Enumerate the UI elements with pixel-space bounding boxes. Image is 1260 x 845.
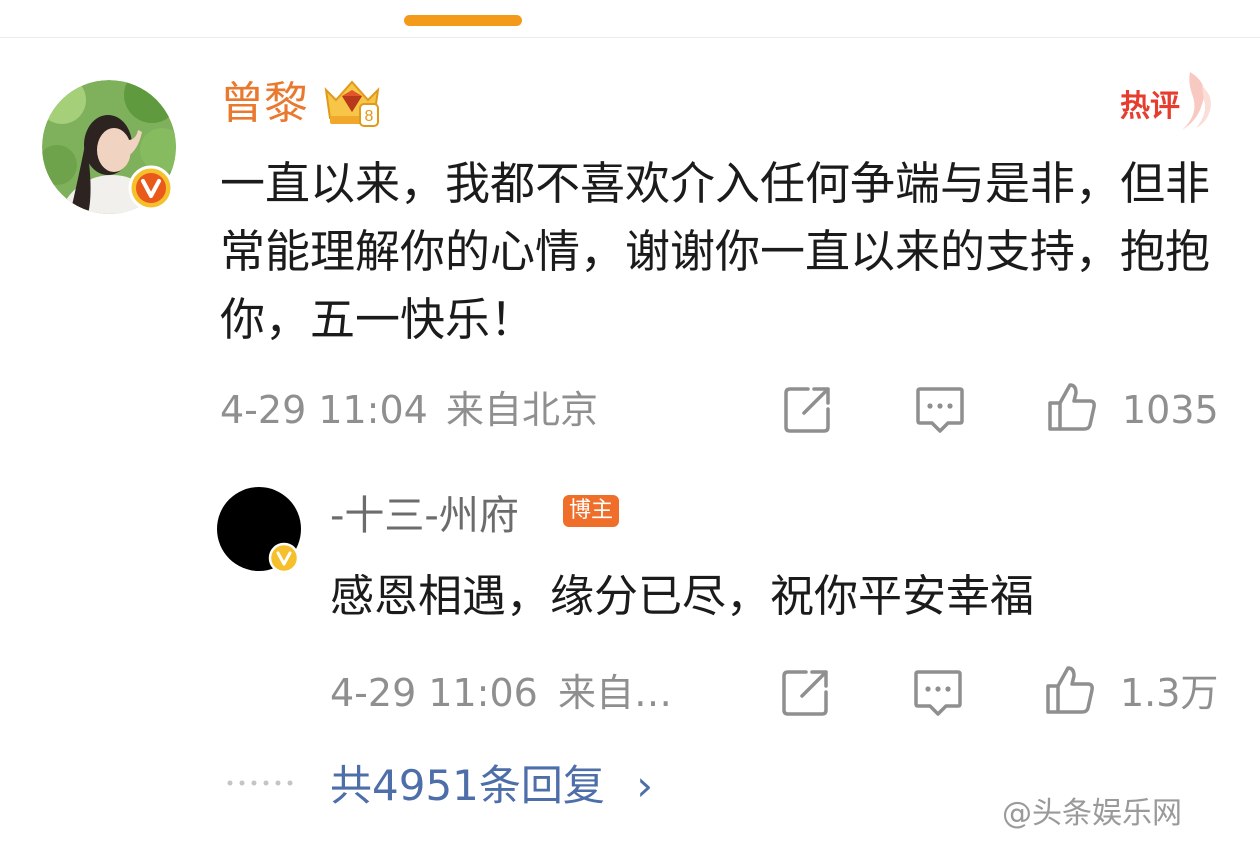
reply-text: 感恩相遇，缘分已尽，祝你平安幸福 xyxy=(330,571,1034,622)
share-icon[interactable] xyxy=(780,666,832,718)
reply-username[interactable]: -十三-州府 xyxy=(330,490,519,542)
hot-label: 热评 xyxy=(1120,89,1180,124)
divider xyxy=(0,37,1260,38)
more-replies-label: 共4951条回复 xyxy=(330,761,605,810)
like-count: 1035 xyxy=(1122,388,1219,432)
svg-text:8: 8 xyxy=(365,108,374,125)
comment-text: 一直以来，我都不喜欢介入任何争端与是非，但非常能理解你的心情，谢谢你一直以来的支… xyxy=(220,157,1211,346)
like-icon[interactable] xyxy=(1044,664,1096,716)
comment-timestamp: 4-29 11:04 xyxy=(220,388,428,432)
host-badge: 博主 xyxy=(563,495,619,527)
dotted-line-icon xyxy=(227,780,293,786)
comment-icon[interactable] xyxy=(914,383,966,435)
comment-icon[interactable] xyxy=(912,666,964,718)
chevron-right-icon: › xyxy=(636,761,654,810)
more-replies-link[interactable]: 共4951条回复 › xyxy=(330,758,653,814)
scroll-handle[interactable] xyxy=(404,15,522,26)
reply-like-count: 1.3万 xyxy=(1120,671,1219,715)
reply-timestamp: 4-29 11:06 xyxy=(330,671,538,715)
comment-location: 来自北京 xyxy=(446,388,599,432)
like-icon[interactable] xyxy=(1046,381,1098,433)
reply-location: 来自… xyxy=(558,671,673,715)
verified-v-icon xyxy=(268,542,300,574)
watermark: @头条娱乐网 xyxy=(1002,796,1182,831)
crown-icon: 8 xyxy=(324,80,380,127)
verified-v-icon xyxy=(128,165,174,211)
comment-username[interactable]: 曾黎 xyxy=(220,74,308,134)
hot-comment-badge: 热评 xyxy=(1120,72,1211,130)
share-icon[interactable] xyxy=(782,383,834,435)
